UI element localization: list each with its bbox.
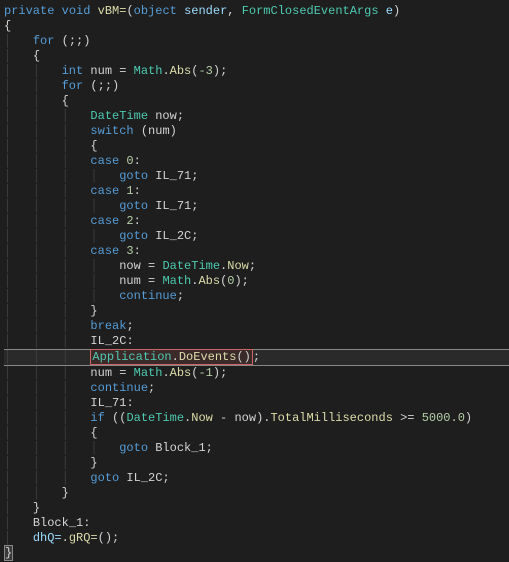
code-line: private void vBM=(object sender, FormClo… bbox=[4, 4, 509, 19]
label-il71: IL_71 bbox=[90, 396, 126, 410]
type-math: Math bbox=[162, 274, 191, 288]
code-line: │ │ for (;;) bbox=[4, 79, 509, 94]
keyword-case: case bbox=[90, 184, 119, 198]
current-line: │ │ │ Application.DoEvents(); bbox=[4, 349, 509, 366]
code-line: │ │ │ DateTime now; bbox=[4, 109, 509, 124]
code-line: } bbox=[4, 546, 509, 561]
label-block1: Block_1 bbox=[33, 516, 83, 530]
code-editor[interactable]: private void vBM=(object sender, FormClo… bbox=[4, 4, 509, 561]
number-literal: 5000.0 bbox=[422, 411, 465, 425]
keyword-continue: continue bbox=[90, 381, 148, 395]
code-line: │ │ │ IL_71: bbox=[4, 396, 509, 411]
keyword-case: case bbox=[90, 154, 119, 168]
keyword-goto: goto bbox=[90, 471, 119, 485]
code-line: │ Block_1: bbox=[4, 516, 509, 531]
method-name: vBM= bbox=[98, 4, 127, 18]
number-literal: 2 bbox=[119, 214, 133, 228]
keyword-for: for bbox=[33, 34, 55, 48]
method-abs: Abs bbox=[198, 274, 220, 288]
type-name: FormClosedEventArgs bbox=[242, 4, 379, 18]
keyword-break: break bbox=[90, 319, 126, 333]
code-line: { bbox=[4, 19, 509, 34]
parameter: e bbox=[386, 4, 393, 18]
code-line: │ │ { bbox=[4, 94, 509, 109]
code-line: │ │ │ { bbox=[4, 139, 509, 154]
code-line: │ │ │ goto IL_2C; bbox=[4, 471, 509, 486]
type-datetime: DateTime bbox=[162, 259, 220, 273]
method-abs: Abs bbox=[170, 64, 192, 78]
number-literal: -3 bbox=[198, 64, 212, 78]
keyword-if: if bbox=[90, 411, 104, 425]
code-line: │ │ │ num = Math.Abs(-1); bbox=[4, 366, 509, 381]
code-line: │ │ │ │ goto IL_71; bbox=[4, 169, 509, 184]
number-literal: 1 bbox=[119, 184, 133, 198]
keyword-goto: goto bbox=[119, 229, 148, 243]
matching-brace: } bbox=[4, 545, 13, 561]
code-line: │ │ │ } bbox=[4, 304, 509, 319]
keyword-case: case bbox=[90, 214, 119, 228]
field-name: dhQ= bbox=[33, 531, 62, 545]
code-line: │ │ │ │ goto IL_2C; bbox=[4, 229, 509, 244]
code-line: │ │ │ │ goto Block_1; bbox=[4, 441, 509, 456]
type-datetime: DateTime bbox=[90, 109, 148, 123]
code-line: │ │ │ continue; bbox=[4, 381, 509, 396]
number-literal: 3 bbox=[119, 244, 133, 258]
code-line: │ │ │ │ goto IL_71; bbox=[4, 199, 509, 214]
type-math: Math bbox=[134, 64, 163, 78]
code-line: │ │ │ case 3: bbox=[4, 244, 509, 259]
code-line: │ │ int num = Math.Abs(-3); bbox=[4, 64, 509, 79]
highlighted-call: Application.DoEvents() bbox=[90, 349, 252, 365]
code-line: │ │ } bbox=[4, 486, 509, 501]
parameter: sender bbox=[184, 4, 227, 18]
property-totalms: TotalMilliseconds bbox=[270, 411, 392, 425]
code-line: │ │ │ switch (num) bbox=[4, 124, 509, 139]
number-literal: 0 bbox=[119, 154, 133, 168]
code-line: │ │ │ if ((DateTime.Now - now).TotalMill… bbox=[4, 411, 509, 426]
type-application: Application bbox=[92, 350, 171, 364]
code-line: │ for (;;) bbox=[4, 34, 509, 49]
code-line: │ │ │ │ continue; bbox=[4, 289, 509, 304]
code-line: │ │ │ IL_2C: bbox=[4, 334, 509, 349]
keyword-int: int bbox=[62, 64, 84, 78]
type-datetime: DateTime bbox=[126, 411, 184, 425]
method-doevents: DoEvents bbox=[179, 350, 237, 364]
code-line: │ │ │ } bbox=[4, 456, 509, 471]
keyword-goto: goto bbox=[119, 441, 148, 455]
code-line: │ } bbox=[4, 501, 509, 516]
code-line: │ │ │ { bbox=[4, 426, 509, 441]
keyword-case: case bbox=[90, 244, 119, 258]
property-now: Now bbox=[227, 259, 249, 273]
property-now: Now bbox=[191, 411, 213, 425]
code-line: │ │ │ case 2: bbox=[4, 214, 509, 229]
code-line: │ { bbox=[4, 49, 509, 64]
type-math: Math bbox=[134, 366, 163, 380]
keyword-switch: switch bbox=[90, 124, 133, 138]
keyword-object: object bbox=[134, 4, 177, 18]
code-line: │ │ │ │ now = DateTime.Now; bbox=[4, 259, 509, 274]
number-literal: -1 bbox=[198, 366, 212, 380]
keyword-goto: goto bbox=[119, 169, 148, 183]
method-abs: Abs bbox=[170, 366, 192, 380]
code-line: │ │ │ break; bbox=[4, 319, 509, 334]
keyword-continue: continue bbox=[119, 289, 177, 303]
keyword-for: for bbox=[62, 79, 84, 93]
label-il2c: IL_2C bbox=[90, 334, 126, 348]
code-line: │ │ │ │ num = Math.Abs(0); bbox=[4, 274, 509, 289]
code-line: │ │ │ case 0: bbox=[4, 154, 509, 169]
code-line: │ │ │ case 1: bbox=[4, 184, 509, 199]
keyword-void: void bbox=[62, 4, 91, 18]
method-name: gRQ= bbox=[69, 531, 98, 545]
keyword-private: private bbox=[4, 4, 54, 18]
keyword-goto: goto bbox=[119, 199, 148, 213]
code-line: │ dhQ=.gRQ=(); bbox=[4, 531, 509, 546]
